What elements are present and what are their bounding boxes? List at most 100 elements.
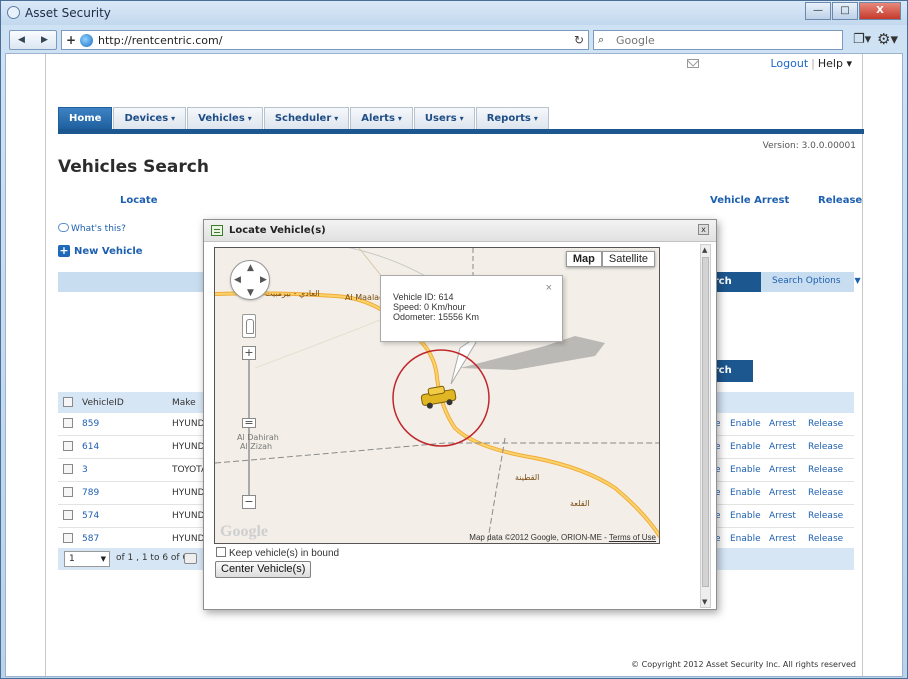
zoom-out-button[interactable]: − <box>242 495 256 509</box>
arrest-link[interactable]: Arrest <box>769 442 796 452</box>
arrest-link[interactable]: Arrest <box>769 511 796 521</box>
arrest-link[interactable]: Arrest <box>769 419 796 429</box>
search-bar[interactable]: ⌕ <box>593 30 843 50</box>
vehicle-arrest-link[interactable]: Vehicle Arrest <box>710 195 789 206</box>
back-icon[interactable]: ◀ <box>10 31 33 49</box>
release-link[interactable]: Release <box>808 465 843 475</box>
info-close-icon[interactable]: × <box>546 282 552 294</box>
vehicle-id-link[interactable]: 587 <box>82 534 99 544</box>
release-link[interactable]: Release <box>808 488 843 498</box>
place-label: Al Dahirah <box>237 433 279 442</box>
menu-home[interactable]: Home <box>58 107 113 129</box>
arrest-link[interactable]: Arrest <box>769 534 796 544</box>
terms-of-use-link[interactable]: Terms of Use <box>609 533 656 542</box>
vehicle-id-link[interactable]: 614 <box>82 442 99 452</box>
row-checkbox[interactable] <box>63 487 73 497</box>
row-checkbox[interactable] <box>63 441 73 451</box>
keep-in-bound-checkbox[interactable] <box>216 547 226 557</box>
address-bar[interactable]: + http://rentcentric.com/ ↻ <box>61 30 589 50</box>
enable-link[interactable]: Enable <box>730 534 761 544</box>
vehicle-id-link[interactable]: 789 <box>82 488 99 498</box>
enable-link[interactable]: Enable <box>730 488 761 498</box>
menu-scheduler[interactable]: Scheduler ▾ <box>263 107 350 129</box>
scroll-down-icon[interactable]: ▼ <box>702 598 707 606</box>
menu-label: Devices <box>124 113 169 124</box>
pan-up-icon[interactable]: ▲ <box>247 263 254 273</box>
forward-icon[interactable]: ▶ <box>33 31 56 49</box>
menu-vehicles[interactable]: Vehicles ▾ <box>187 107 263 129</box>
help-menu[interactable]: Help ▾ <box>818 57 852 70</box>
dialog-scrollbar[interactable]: ▲ ▼ <box>700 244 711 608</box>
vehicle-id-link[interactable]: 3 <box>82 465 88 475</box>
menu-reports[interactable]: Reports ▾ <box>475 107 549 129</box>
url-text[interactable]: http://rentcentric.com/ <box>98 34 222 47</box>
gear-icon[interactable]: ⚙▾ <box>877 30 898 48</box>
enable-link[interactable]: Enable <box>730 465 761 475</box>
release-link[interactable]: Release <box>808 534 843 544</box>
map-view[interactable]: العادي - بيرمبيت Al Maaladi القطينة القل… <box>214 247 660 544</box>
chevron-down-icon: ▼ <box>854 276 861 285</box>
row-checkbox[interactable] <box>63 510 73 520</box>
close-button[interactable]: X <box>859 2 901 20</box>
scroll-thumb[interactable] <box>702 257 709 587</box>
enable-link[interactable]: Enable <box>730 419 761 429</box>
column-make[interactable]: Make <box>172 398 196 408</box>
place-label: Al Zizah <box>240 442 273 451</box>
map-type-satellite-button[interactable]: Satellite <box>601 251 655 267</box>
release-link[interactable]: Release <box>808 511 843 521</box>
zoom-in-button[interactable]: + <box>242 346 256 360</box>
logout-link[interactable]: Logout <box>771 57 809 70</box>
map-type-map-button[interactable]: Map <box>565 251 602 267</box>
enable-link[interactable]: Enable <box>730 511 761 521</box>
vehicle-id-link[interactable]: 859 <box>82 419 99 429</box>
map-type-control: Map Satellite <box>565 251 655 267</box>
new-vehicle-link[interactable]: + New Vehicle <box>58 245 143 257</box>
release-link[interactable]: Release <box>818 195 862 206</box>
info-speed: Speed: 0 Km/hour <box>393 302 466 312</box>
app-icon <box>7 6 20 19</box>
center-vehicles-button[interactable]: Center Vehicle(s) <box>215 561 312 578</box>
scroll-up-icon[interactable]: ▲ <box>702 246 707 254</box>
locate-link[interactable]: Locate <box>120 195 157 206</box>
select-all-checkbox[interactable] <box>63 397 73 407</box>
row-checkbox[interactable] <box>63 418 73 428</box>
row-checkbox[interactable] <box>63 464 73 474</box>
street-view-pegman-icon[interactable] <box>242 314 256 338</box>
chevron-down-icon: ▾ <box>247 114 252 123</box>
vehicle-id-link[interactable]: 574 <box>82 511 99 521</box>
main-menu: Home Devices ▾ Vehicles ▾ Scheduler ▾ Alert… <box>58 107 550 129</box>
row-checkbox[interactable] <box>63 533 73 543</box>
release-link[interactable]: Release <box>808 442 843 452</box>
column-vehicle-id[interactable]: VehicleID <box>82 398 124 408</box>
add-bookmark-icon[interactable]: + <box>66 33 76 47</box>
zoom-slider-thumb[interactable]: = <box>242 417 256 428</box>
release-link[interactable]: Release <box>808 419 843 429</box>
print-icon[interactable] <box>184 553 197 564</box>
menu-divider <box>58 129 864 134</box>
search-options-toggle[interactable]: Search Options ▼ <box>772 276 861 286</box>
search-input[interactable] <box>614 33 834 47</box>
menu-devices[interactable]: Devices ▾ <box>113 107 187 129</box>
menu-alerts[interactable]: Alerts ▾ <box>350 107 413 129</box>
pan-left-icon[interactable]: ◀ <box>234 275 241 285</box>
svg-text:القلعة: القلعة <box>570 499 590 508</box>
browser-toolbar: ◀ ▶ + http://rentcentric.com/ ↻ ⌕ ❐▾ ⚙▾ <box>5 28 903 52</box>
map-data-text: Map data ©2012 Google, ORION-ME - <box>469 533 607 542</box>
pan-down-icon[interactable]: ▼ <box>247 288 254 298</box>
close-icon[interactable]: x <box>698 224 709 235</box>
arrest-link[interactable]: Arrest <box>769 488 796 498</box>
pan-control[interactable]: ▲ ◀ ▶ ▼ <box>230 260 270 300</box>
arrest-link[interactable]: Arrest <box>769 465 796 475</box>
keep-in-bound-option[interactable]: Keep vehicle(s) in bound <box>216 547 339 559</box>
new-vehicle-label: New Vehicle <box>74 246 143 257</box>
whats-this-link[interactable]: What's this? <box>58 223 126 234</box>
pan-right-icon[interactable]: ▶ <box>260 275 267 285</box>
maximize-button[interactable]: □ <box>832 2 858 20</box>
reload-icon[interactable]: ↻ <box>574 33 584 47</box>
minimize-button[interactable]: — <box>805 2 831 20</box>
page-select[interactable]: 1 ▼ <box>64 551 110 567</box>
mail-icon[interactable] <box>687 59 699 68</box>
page-menu-icon[interactable]: ❐▾ <box>853 32 871 47</box>
enable-link[interactable]: Enable <box>730 442 761 452</box>
menu-users[interactable]: Users ▾ <box>413 107 475 129</box>
